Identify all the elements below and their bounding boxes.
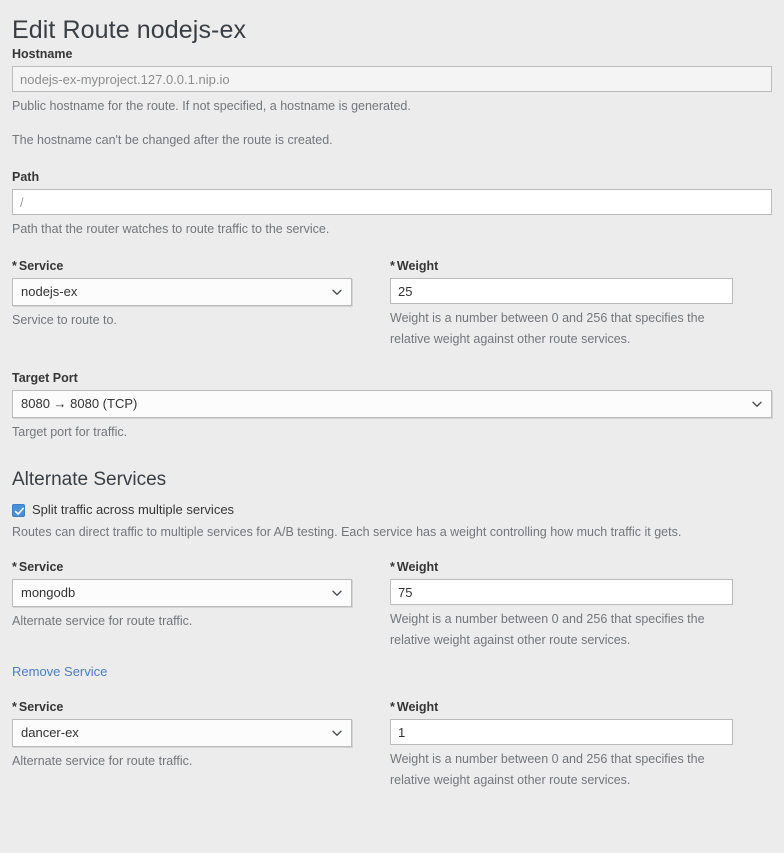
primary-service-help-text: Service to route to.: [12, 313, 117, 327]
alternate-service-label-text: Service: [18, 560, 64, 574]
alternate-weight-column: *Weight Weight is a number between 0 and…: [390, 699, 733, 791]
edit-route-page: Edit Route nodejs-ex Hostname Public hos…: [0, 0, 784, 853]
primary-service-selected-value: nodejs-ex: [21, 284, 78, 299]
required-marker: *: [390, 259, 395, 273]
alternate-service-label-text: Service: [18, 700, 64, 714]
target-port-select[interactable]: 8080 → 8080 (TCP): [12, 390, 772, 418]
alternate-weight-column: *Weight Weight is a number between 0 and…: [390, 559, 733, 651]
target-port-help-text: Target port for traffic.: [12, 425, 128, 439]
check-icon: [14, 507, 24, 515]
alternate-service-column: * Service dancer-ex Alternate service for…: [12, 699, 352, 791]
path-input[interactable]: [12, 189, 772, 215]
primary-service-row: * Service nodejs-ex Service to route to. …: [12, 258, 772, 350]
column-spacer: [352, 559, 390, 651]
alternate-services-description: Routes can direct traffic to multiple se…: [12, 525, 682, 539]
alternate-weight-label: * Weight: [390, 699, 733, 715]
hostname-help-text-2: The hostname can't be changed after the …: [12, 133, 333, 147]
required-marker: *: [12, 560, 17, 574]
alternate-service-help-text: Alternate service for route traffic.: [12, 754, 193, 768]
alternate-weight-label-text: Weight: [396, 700, 439, 714]
edit-route-form: Hostname Public hostname for the route. …: [0, 46, 784, 791]
remove-service-link[interactable]: Remove Service: [12, 663, 107, 681]
path-label: Path: [12, 170, 40, 184]
primary-weight-help-text: Weight is a number between 0 and 256 tha…: [390, 311, 705, 346]
primary-service-column: * Service nodejs-ex Service to route to.: [12, 258, 352, 350]
primary-weight-label-text: Weight: [396, 259, 439, 273]
split-traffic-checkbox-row[interactable]: Split traffic across multiple services: [12, 502, 772, 518]
alternate-weight-input[interactable]: [390, 719, 733, 745]
alternate-service-select[interactable]: mongodb: [12, 579, 352, 607]
primary-service-select[interactable]: nodejs-ex: [12, 278, 352, 306]
hostname-help-text: Public hostname for the route. If not sp…: [12, 99, 411, 113]
alternate-service-row: * Service dancer-ex Alternate service for…: [12, 699, 772, 791]
alternate-service-help-text: Alternate service for route traffic.: [12, 614, 193, 628]
primary-weight-column: *Weight Weight is a number between 0 and…: [390, 258, 733, 350]
alternate-service-label: * Service: [12, 559, 352, 575]
alternate-weight-input[interactable]: [390, 579, 733, 605]
required-marker: *: [390, 560, 395, 574]
alternate-service-row: * Service mongodb Alternate service for r…: [12, 559, 772, 651]
alternate-services-heading: Alternate Services: [12, 469, 167, 490]
path-help-text: Path that the router watches to route tr…: [12, 222, 330, 236]
required-marker: *: [12, 700, 17, 714]
primary-service-label-text: Service: [18, 259, 64, 273]
primary-service-label: * Service: [12, 258, 352, 274]
alternate-weight-label: * Weight: [390, 559, 733, 575]
primary-weight-label: * Weight: [390, 258, 733, 274]
alternate-service-selected-value: dancer-ex: [21, 725, 79, 740]
primary-weight-input[interactable]: [390, 278, 733, 304]
hostname-input[interactable]: [12, 66, 772, 92]
alternate-weight-help-text: Weight is a number between 0 and 256 tha…: [390, 752, 705, 787]
split-traffic-checkbox-label: Split traffic across multiple services: [32, 502, 235, 517]
alternate-service-label: * Service: [12, 699, 352, 715]
alternate-service-select[interactable]: dancer-ex: [12, 719, 352, 747]
alternate-weight-help-text: Weight is a number between 0 and 256 tha…: [390, 612, 705, 647]
alternate-service-column: * Service mongodb Alternate service for r…: [12, 559, 352, 651]
target-port-label: Target Port: [12, 371, 78, 385]
split-traffic-checkbox[interactable]: [12, 503, 25, 517]
column-spacer: [352, 699, 390, 791]
alternate-service-selected-value: mongodb: [21, 585, 76, 600]
required-marker: *: [12, 259, 17, 273]
required-marker: *: [390, 700, 395, 714]
column-spacer: [352, 258, 390, 350]
target-port-selected-value: 8080 → 8080 (TCP): [21, 396, 138, 411]
page-title: Edit Route nodejs-ex: [12, 16, 247, 44]
hostname-label: Hostname: [12, 47, 73, 61]
alternate-weight-label-text: Weight: [396, 560, 439, 574]
